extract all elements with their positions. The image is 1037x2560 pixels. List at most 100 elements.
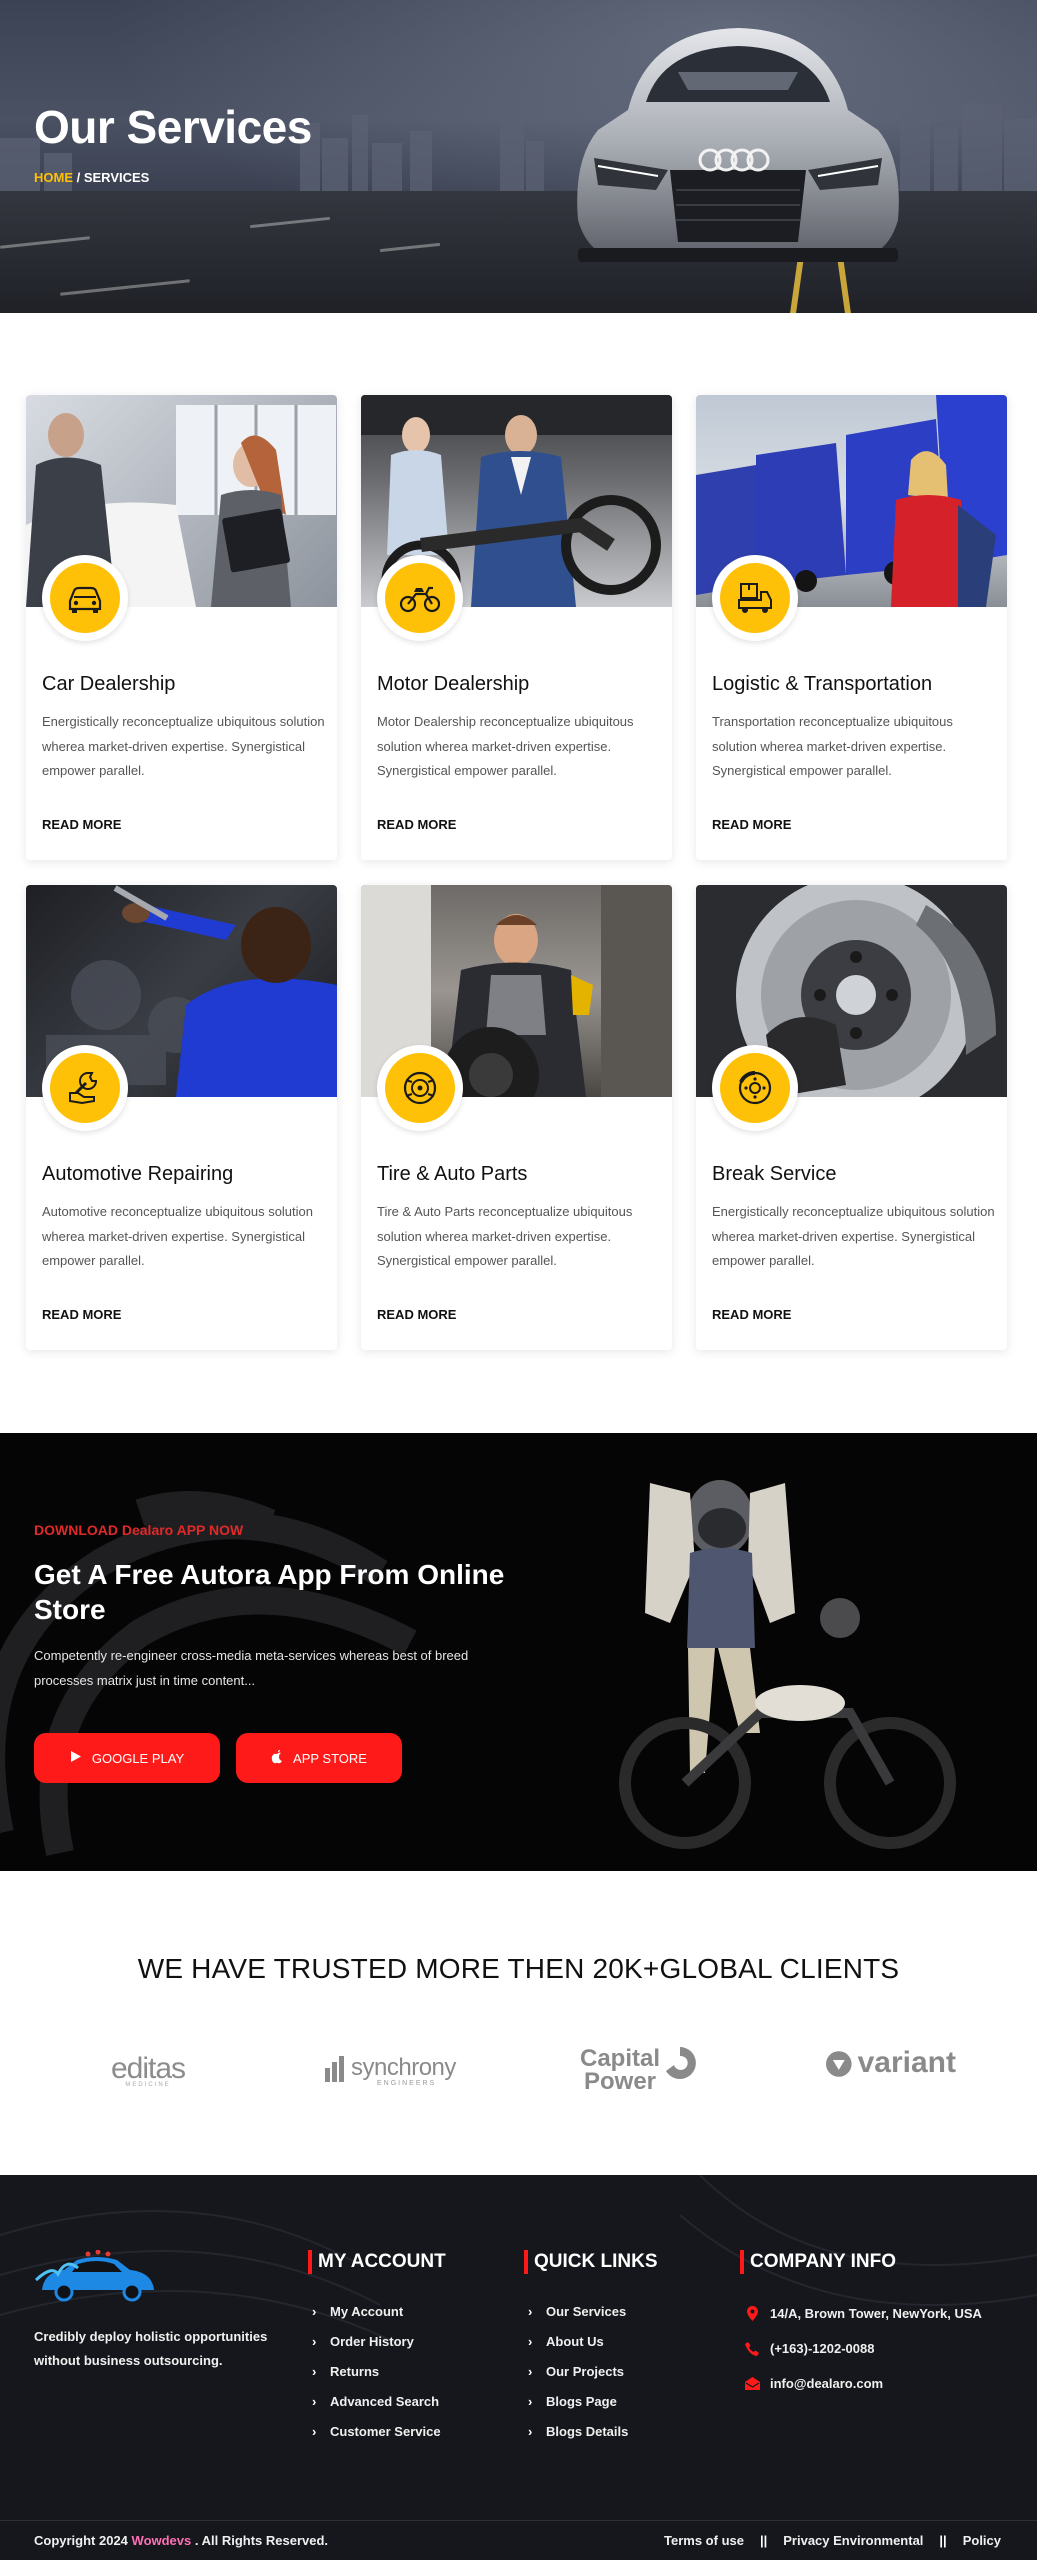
footer-company-info: COMPANY INFO 14/A, Brown Tower, NewYork,… bbox=[740, 2250, 982, 2401]
synchrony-logo-sub: ENGINEERS bbox=[377, 2079, 437, 2087]
service-title: Automotive Repairing bbox=[42, 1163, 234, 1185]
chevron-right-icon: › bbox=[312, 2423, 317, 2439]
synchrony-mark-icon bbox=[325, 2056, 344, 2082]
power-logo-text: Power bbox=[583, 2068, 657, 2095]
app-store-label: APP STORE bbox=[293, 1750, 367, 1766]
footer-link-blogs-page[interactable]: › Blogs Page bbox=[528, 2386, 658, 2416]
service-badge bbox=[42, 555, 128, 641]
editas-logo-text: editas bbox=[110, 2052, 186, 2085]
footer-address: 14/A, Brown Tower, NewYork, USA bbox=[744, 2296, 982, 2331]
app-store-button[interactable]: APP STORE bbox=[236, 1733, 402, 1783]
read-more-link[interactable]: READ MORE bbox=[712, 817, 791, 832]
client-logo-variant: variant bbox=[826, 2040, 956, 2100]
client-logos: editas MEDICINE synchrony ENGINEERS Capi… bbox=[0, 2040, 1037, 2100]
service-badge bbox=[377, 1045, 463, 1131]
app-download-banner: DOWNLOAD Dealaro APP NOW Get A Free Auto… bbox=[0, 1433, 1037, 1871]
footer-link-order-history[interactable]: › Order History bbox=[312, 2326, 446, 2356]
terms-link[interactable]: Terms of use bbox=[664, 2533, 744, 2548]
brake-disc-icon bbox=[738, 1070, 772, 1105]
service-badge bbox=[712, 1045, 798, 1131]
capital-power-mark-icon bbox=[666, 2047, 696, 2079]
legal-links: Terms of use || Privacy Environmental ||… bbox=[664, 2533, 1001, 2548]
service-description: Automotive reconceptualize ubiquitous so… bbox=[42, 1204, 314, 1268]
footer-link-advanced-search[interactable]: › Advanced Search bbox=[312, 2386, 446, 2416]
read-more-link[interactable]: READ MORE bbox=[42, 817, 121, 832]
service-title: Logistic & Transportation bbox=[712, 673, 933, 695]
copyright-brand-link[interactable]: Wowdevs bbox=[132, 2533, 192, 2548]
breadcrumb: HOME / SERVICES bbox=[34, 170, 149, 185]
footer-my-account: MY ACCOUNT › My Account › Order History › R… bbox=[308, 2250, 446, 2446]
footer-link-my-account[interactable]: › My Account bbox=[312, 2296, 446, 2326]
footer-link-about-us[interactable]: › About Us bbox=[528, 2326, 658, 2356]
service-card-motor-dealership: Motor Dealership Motor Dealership reconc… bbox=[361, 395, 672, 860]
read-more-link[interactable]: READ MORE bbox=[42, 1307, 121, 1322]
footer-bottom-bar: Copyright 2024 Wowdevs . All Rights Rese… bbox=[0, 2520, 1037, 2560]
breadcrumb-separator: / bbox=[73, 170, 84, 185]
service-description: Energistically reconceptualize ubiquitou… bbox=[42, 714, 325, 778]
motorcycle-rider-image bbox=[619, 1480, 956, 1849]
footer-description: Credibly deploy holistic opportunities w… bbox=[34, 2329, 268, 2368]
client-logo-editas: editas MEDICINE bbox=[98, 2040, 198, 2100]
chevron-right-icon: › bbox=[528, 2423, 533, 2439]
clients-heading: WE HAVE TRUSTED MORE THEN 20K+GLOBAL CLI… bbox=[137, 1953, 900, 1984]
footer-car-logo[interactable] bbox=[32, 2250, 162, 2310]
chevron-right-icon: › bbox=[528, 2303, 533, 2319]
site-footer: Credibly deploy holistic opportunities w… bbox=[0, 2175, 1037, 2560]
chevron-right-icon: › bbox=[312, 2393, 317, 2409]
service-description: Motor Dealership reconceptualize ubiquit… bbox=[377, 714, 634, 778]
footer-quick-links: QUICK LINKS › Our Services › About Us › Our… bbox=[524, 2250, 658, 2446]
chevron-right-icon: › bbox=[312, 2333, 317, 2349]
variant-mark-icon bbox=[826, 2051, 852, 2077]
copyright-text: Copyright 2024 Wowdevs . All Rights Rese… bbox=[34, 2533, 329, 2548]
breadcrumb-current: SERVICES bbox=[83, 170, 150, 185]
apple-icon bbox=[271, 1749, 283, 1767]
footer-email[interactable]: info@dealaro.com bbox=[744, 2366, 982, 2401]
service-card-logistic: Logistic & Transportation Transportation… bbox=[696, 395, 1007, 860]
location-pin-icon bbox=[744, 2306, 760, 2321]
footer-heading: QUICK LINKS bbox=[524, 2250, 658, 2274]
footer-phone[interactable]: (+163)-1202-0088 bbox=[744, 2331, 982, 2366]
variant-logo-text: variant bbox=[857, 2046, 956, 2079]
google-play-button[interactable]: GOOGLE PLAY bbox=[34, 1733, 220, 1783]
read-more-link[interactable]: READ MORE bbox=[377, 1307, 456, 1322]
footer-link-our-projects[interactable]: › Our Projects bbox=[528, 2356, 658, 2386]
service-card-tire-auto-parts: Tire & Auto Parts Tire & Auto Parts reco… bbox=[361, 885, 672, 1350]
service-title: Car Dealership bbox=[42, 673, 176, 695]
policy-link[interactable]: Policy bbox=[963, 2533, 1001, 2548]
chevron-right-icon: › bbox=[312, 2363, 317, 2379]
google-play-label: GOOGLE PLAY bbox=[91, 1750, 185, 1766]
footer-link-returns[interactable]: › Returns bbox=[312, 2356, 446, 2386]
motorcycle-icon bbox=[399, 586, 441, 613]
service-description: Tire & Auto Parts reconceptualize ubiqui… bbox=[377, 1204, 633, 1268]
capital-logo-text: Capital bbox=[580, 2045, 661, 2072]
footer-heading: COMPANY INFO bbox=[740, 2250, 982, 2274]
footer-link-customer-service[interactable]: › Customer Service bbox=[312, 2416, 446, 2446]
app-title: Get A Free Autora App From Online Store bbox=[34, 1559, 505, 1625]
page-hero: Our Services HOME / SERVICES bbox=[0, 0, 1037, 313]
service-title: Motor Dealership bbox=[377, 673, 530, 695]
chevron-right-icon: › bbox=[312, 2303, 317, 2319]
synchrony-logo-text: synchrony bbox=[351, 2053, 456, 2081]
service-card-car-dealership: Car Dealership Energistically reconceptu… bbox=[26, 395, 337, 860]
privacy-link[interactable]: Privacy Environmental bbox=[783, 2533, 923, 2548]
read-more-link[interactable]: READ MORE bbox=[712, 1307, 791, 1322]
page-title: Our Services bbox=[34, 101, 312, 153]
chevron-right-icon: › bbox=[528, 2333, 533, 2349]
service-title: Tire & Auto Parts bbox=[377, 1163, 528, 1185]
service-card-automotive-repairing: Automotive Repairing Automotive reconcep… bbox=[26, 885, 337, 1350]
car-icon bbox=[68, 586, 102, 613]
client-logo-synchrony: synchrony ENGINEERS bbox=[325, 2040, 465, 2100]
footer-link-blogs-details[interactable]: › Blogs Details bbox=[528, 2416, 658, 2446]
service-description: Transportation reconceptualize ubiquitou… bbox=[712, 714, 953, 778]
breadcrumb-home-link[interactable]: HOME bbox=[34, 170, 73, 185]
footer-link-our-services[interactable]: › Our Services bbox=[528, 2296, 658, 2326]
editas-logo-sub: MEDICINE bbox=[125, 2082, 171, 2088]
app-tagline: DOWNLOAD Dealaro APP NOW bbox=[34, 1522, 244, 1538]
wrench-hand-icon bbox=[69, 1072, 98, 1105]
service-title: Break Service bbox=[712, 1163, 837, 1185]
service-badge bbox=[42, 1045, 128, 1131]
footer-heading: MY ACCOUNT bbox=[308, 2250, 446, 2274]
read-more-link[interactable]: READ MORE bbox=[377, 817, 456, 832]
chevron-right-icon: › bbox=[528, 2363, 533, 2379]
app-description: Competently re-engineer cross-media meta… bbox=[34, 1648, 469, 1688]
